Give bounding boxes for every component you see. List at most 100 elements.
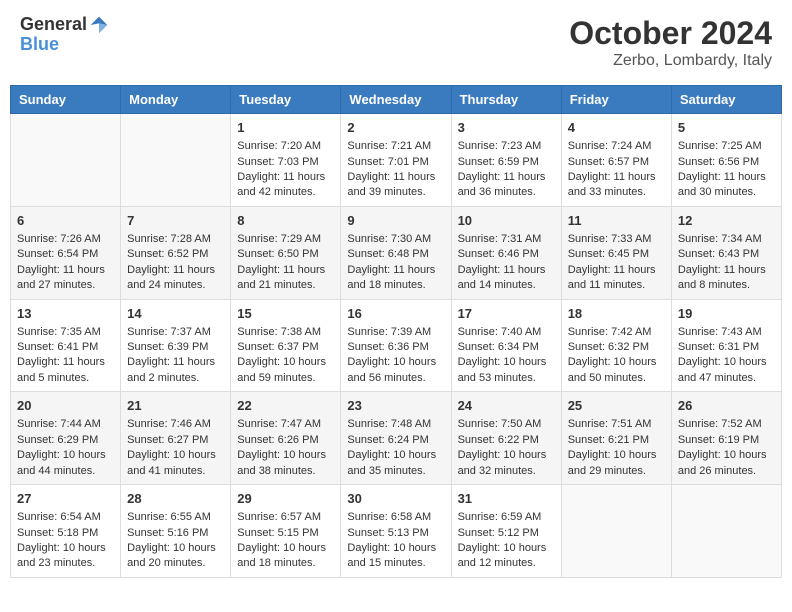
calendar-cell: 23 Sunrise: 7:48 AMSunset: 6:24 PMDayligh… <box>341 392 451 485</box>
calendar-cell: 24Sunrise: 7:50 AMSunset: 6:22 PMDayligh… <box>451 392 561 485</box>
calendar-cell: 17 Sunrise: 7:40 AMSunset: 6:34 PMDayligh… <box>451 299 561 392</box>
calendar-cell: 4 Sunrise: 7:24 AMSunset: 6:57 PMDaylight… <box>561 114 671 207</box>
weekday-header-saturday: Saturday <box>671 86 781 114</box>
day-info: Sunrise: 7:31 AMSunset: 6:46 PMDaylight:… <box>458 232 555 294</box>
day-number: 10 <box>458 212 555 230</box>
day-info: Sunrise: 6:54 AMSunset: 5:18 PMDaylight:… <box>17 510 114 572</box>
day-number: 22 <box>237 397 334 415</box>
day-number: 5 <box>678 119 775 137</box>
day-info: Sunrise: 7:51 AMSunset: 6:21 PMDaylight:… <box>568 417 665 479</box>
day-info: Sunrise: 7:43 AMSunset: 6:31 PMDaylight:… <box>678 325 775 387</box>
day-number: 26 <box>678 397 775 415</box>
weekday-header-wednesday: Wednesday <box>341 86 451 114</box>
day-info: Sunrise: 7:44 AMSunset: 6:29 PMDaylight:… <box>17 417 114 479</box>
calendar-cell: 11 Sunrise: 7:33 AMSunset: 6:45 PMDayligh… <box>561 206 671 299</box>
calendar-cell: 28 Sunrise: 6:55 AMSunset: 5:16 PMDayligh… <box>121 485 231 578</box>
calendar-cell: 25 Sunrise: 7:51 AMSunset: 6:21 PMDayligh… <box>561 392 671 485</box>
day-info: Sunrise: 7:28 AMSunset: 6:52 PMDaylight:… <box>127 232 224 294</box>
calendar-week-row: 27Sunrise: 6:54 AMSunset: 5:18 PMDayligh… <box>11 485 782 578</box>
calendar-cell: 6 Sunrise: 7:26 AMSunset: 6:54 PMDaylight… <box>11 206 121 299</box>
logo-blue-text: Blue <box>20 34 59 54</box>
weekday-header-sunday: Sunday <box>11 86 121 114</box>
day-number: 23 <box>347 397 444 415</box>
day-info: Sunrise: 7:40 AMSunset: 6:34 PMDaylight:… <box>458 325 555 387</box>
calendar-week-row: 1 Sunrise: 7:20 AMSunset: 7:03 PMDaylight… <box>11 114 782 207</box>
day-number: 9 <box>347 212 444 230</box>
location-title: Zerbo, Lombardy, Italy <box>569 52 772 70</box>
calendar-cell: 10 Sunrise: 7:31 AMSunset: 6:46 PMDayligh… <box>451 206 561 299</box>
calendar-week-row: 6 Sunrise: 7:26 AMSunset: 6:54 PMDaylight… <box>11 206 782 299</box>
day-info: Sunrise: 7:30 AMSunset: 6:48 PMDaylight:… <box>347 232 444 294</box>
day-number: 1 <box>237 119 334 137</box>
weekday-header-thursday: Thursday <box>451 86 561 114</box>
day-number: 30 <box>347 490 444 508</box>
day-info: Sunrise: 7:34 AMSunset: 6:43 PMDaylight:… <box>678 232 775 294</box>
calendar-body: 1 Sunrise: 7:20 AMSunset: 7:03 PMDaylight… <box>11 114 782 578</box>
day-number: 14 <box>127 305 224 323</box>
day-info: Sunrise: 7:39 AMSunset: 6:36 PMDaylight:… <box>347 325 444 387</box>
calendar-cell: 5 Sunrise: 7:25 AMSunset: 6:56 PMDaylight… <box>671 114 781 207</box>
day-number: 11 <box>568 212 665 230</box>
day-number: 17 <box>458 305 555 323</box>
day-number: 19 <box>678 305 775 323</box>
calendar-cell: 13Sunrise: 7:35 AMSunset: 6:41 PMDayligh… <box>11 299 121 392</box>
calendar-cell: 16 Sunrise: 7:39 AMSunset: 6:36 PMDayligh… <box>341 299 451 392</box>
day-info: Sunrise: 7:38 AMSunset: 6:37 PMDaylight:… <box>237 325 334 387</box>
day-number: 16 <box>347 305 444 323</box>
weekday-header-friday: Friday <box>561 86 671 114</box>
day-number: 20 <box>17 397 114 415</box>
month-title: October 2024 <box>569 15 772 52</box>
day-number: 4 <box>568 119 665 137</box>
day-number: 15 <box>237 305 334 323</box>
day-info: Sunrise: 6:55 AMSunset: 5:16 PMDaylight:… <box>127 510 224 572</box>
calendar-header-row: SundayMondayTuesdayWednesdayThursdayFrid… <box>11 86 782 114</box>
calendar-cell <box>11 114 121 207</box>
title-block: October 2024 Zerbo, Lombardy, Italy <box>569 15 772 70</box>
day-info: Sunrise: 7:46 AMSunset: 6:27 PMDaylight:… <box>127 417 224 479</box>
calendar-week-row: 20 Sunrise: 7:44 AMSunset: 6:29 PMDayligh… <box>11 392 782 485</box>
calendar-cell: 14 Sunrise: 7:37 AMSunset: 6:39 PMDayligh… <box>121 299 231 392</box>
day-info: Sunrise: 7:23 AMSunset: 6:59 PMDaylight:… <box>458 139 555 201</box>
day-number: 25 <box>568 397 665 415</box>
page-header: General Blue October 2024 Zerbo, Lombard… <box>10 10 782 75</box>
day-info: Sunrise: 7:52 AMSunset: 6:19 PMDaylight:… <box>678 417 775 479</box>
logo-icon <box>89 15 109 35</box>
day-info: Sunrise: 7:48 AMSunset: 6:24 PMDaylight:… <box>347 417 444 479</box>
day-number: 28 <box>127 490 224 508</box>
day-info: Sunrise: 7:25 AMSunset: 6:56 PMDaylight:… <box>678 139 775 201</box>
logo: General Blue <box>20 15 109 55</box>
day-info: Sunrise: 7:42 AMSunset: 6:32 PMDaylight:… <box>568 325 665 387</box>
calendar-cell <box>561 485 671 578</box>
calendar-cell: 26 Sunrise: 7:52 AMSunset: 6:19 PMDayligh… <box>671 392 781 485</box>
day-info: Sunrise: 7:20 AMSunset: 7:03 PMDaylight:… <box>237 139 334 201</box>
calendar-cell: 19 Sunrise: 7:43 AMSunset: 6:31 PMDayligh… <box>671 299 781 392</box>
calendar-cell: 27Sunrise: 6:54 AMSunset: 5:18 PMDayligh… <box>11 485 121 578</box>
weekday-header-monday: Monday <box>121 86 231 114</box>
day-number: 24 <box>458 397 555 415</box>
day-number: 21 <box>127 397 224 415</box>
logo-general-text: General <box>20 15 87 35</box>
day-number: 8 <box>237 212 334 230</box>
calendar-week-row: 13Sunrise: 7:35 AMSunset: 6:41 PMDayligh… <box>11 299 782 392</box>
day-info: Sunrise: 7:26 AMSunset: 6:54 PMDaylight:… <box>17 232 114 294</box>
day-number: 6 <box>17 212 114 230</box>
day-number: 29 <box>237 490 334 508</box>
day-info: Sunrise: 7:35 AMSunset: 6:41 PMDaylight:… <box>17 325 114 387</box>
day-info: Sunrise: 7:21 AMSunset: 7:01 PMDaylight:… <box>347 139 444 201</box>
weekday-header-tuesday: Tuesday <box>231 86 341 114</box>
calendar-cell: 22Sunrise: 7:47 AMSunset: 6:26 PMDayligh… <box>231 392 341 485</box>
day-info: Sunrise: 7:24 AMSunset: 6:57 PMDaylight:… <box>568 139 665 201</box>
calendar-cell: 9 Sunrise: 7:30 AMSunset: 6:48 PMDaylight… <box>341 206 451 299</box>
calendar-cell: 21 Sunrise: 7:46 AMSunset: 6:27 PMDayligh… <box>121 392 231 485</box>
calendar-cell: 15 Sunrise: 7:38 AMSunset: 6:37 PMDayligh… <box>231 299 341 392</box>
day-number: 18 <box>568 305 665 323</box>
calendar-cell: 30Sunrise: 6:58 AMSunset: 5:13 PMDayligh… <box>341 485 451 578</box>
calendar-cell: 3Sunrise: 7:23 AMSunset: 6:59 PMDaylight… <box>451 114 561 207</box>
day-number: 31 <box>458 490 555 508</box>
day-info: Sunrise: 7:37 AMSunset: 6:39 PMDaylight:… <box>127 325 224 387</box>
day-number: 2 <box>347 119 444 137</box>
day-info: Sunrise: 7:33 AMSunset: 6:45 PMDaylight:… <box>568 232 665 294</box>
day-number: 7 <box>127 212 224 230</box>
day-info: Sunrise: 6:57 AMSunset: 5:15 PMDaylight:… <box>237 510 334 572</box>
calendar-cell: 31Sunrise: 6:59 AMSunset: 5:12 PMDayligh… <box>451 485 561 578</box>
